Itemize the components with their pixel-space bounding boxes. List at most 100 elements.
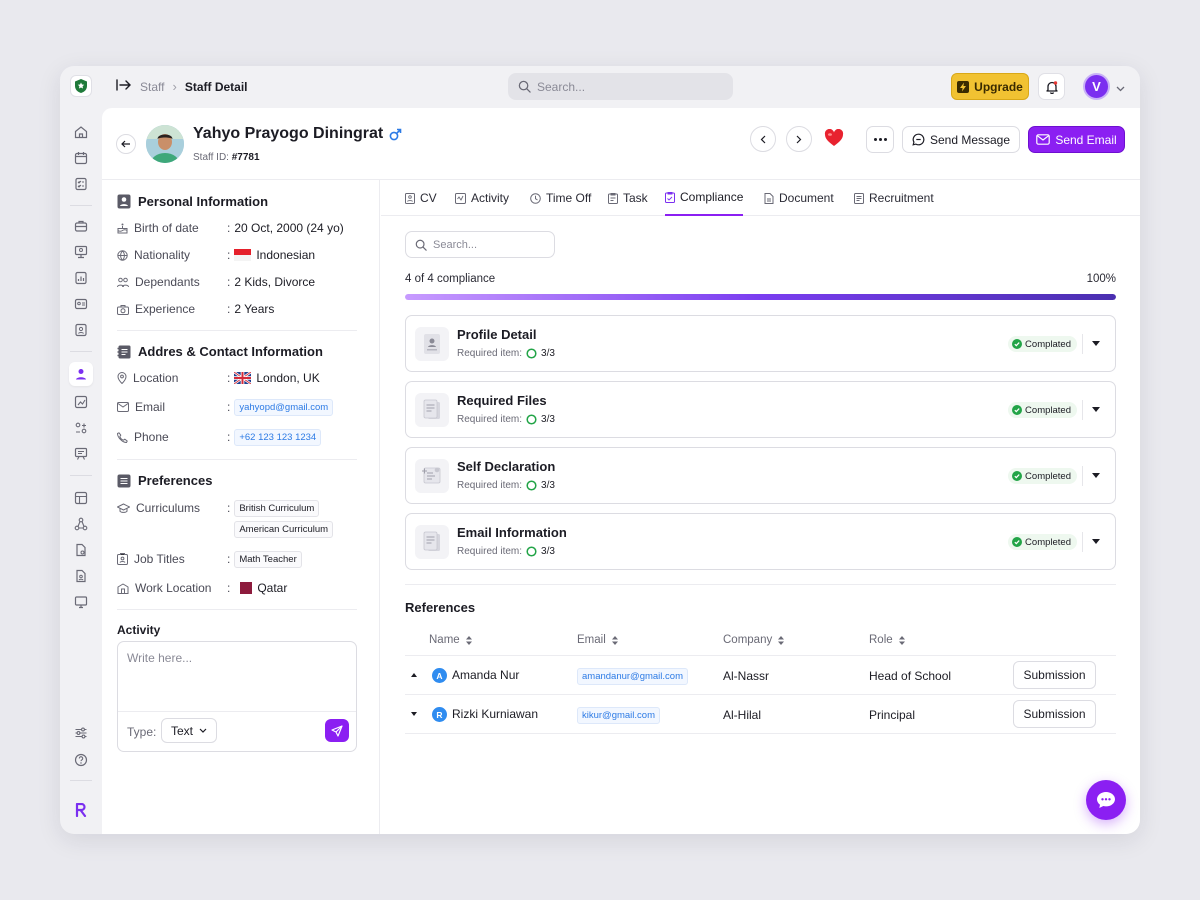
column-header-email[interactable]: Email <box>577 634 618 646</box>
sliders-icon[interactable] <box>69 721 93 745</box>
upgrade-button[interactable]: Upgrade <box>951 73 1029 100</box>
more-options-button[interactable] <box>866 126 894 153</box>
document-user-icon[interactable] <box>69 564 93 588</box>
checklist-icon[interactable] <box>69 172 93 196</box>
staff-name: Yahyo Prayogo Diningrat <box>193 125 402 143</box>
phone-link[interactable]: +62 123 123 1234 <box>234 428 322 446</box>
heart-icon[interactable] <box>824 128 844 150</box>
submission-button[interactable]: Submission <box>1013 661 1096 689</box>
compliance-progress-text: 4 of 4 compliance <box>405 273 496 285</box>
tab-recruitment[interactable]: Recruitment <box>854 180 934 216</box>
tab-cv[interactable]: CV <box>405 180 437 216</box>
chat-bubble-icon <box>912 133 925 146</box>
network-icon[interactable] <box>69 512 93 536</box>
next-staff-button[interactable] <box>786 126 812 152</box>
column-header-name[interactable]: Name <box>429 634 472 646</box>
sidebar-divider <box>70 205 92 206</box>
breadcrumb-staff[interactable]: Staff <box>140 80 164 94</box>
monitor-icon[interactable] <box>69 590 93 614</box>
send-activity-button[interactable] <box>325 719 349 742</box>
table-row: R Rizki Kurniawan kikur@gmail.com Al-Hil… <box>405 695 1116 733</box>
column-company-label: Company <box>723 634 773 646</box>
tab-document-label: Document <box>779 191 834 205</box>
card-divider <box>1082 334 1083 354</box>
back-button[interactable] <box>116 134 136 154</box>
row-collapse-caret-icon[interactable] <box>411 673 417 677</box>
tab-activity[interactable]: Activity <box>455 180 509 216</box>
type-select[interactable]: Text <box>161 718 217 743</box>
dashboard-icon[interactable] <box>69 486 93 510</box>
document-icon <box>764 192 774 204</box>
profile-header: Yahyo Prayogo Diningrat Staff ID: #7781 … <box>102 108 1140 180</box>
required-count: 3/3 <box>541 348 555 359</box>
tab-recruitment-label: Recruitment <box>869 191 934 205</box>
tab-task[interactable]: Task <box>608 180 648 216</box>
curriculums-label: Curriculums <box>136 501 201 515</box>
tab-cv-label: CV <box>420 191 437 205</box>
team-icon[interactable] <box>69 416 93 440</box>
reference-avatar: R <box>432 707 447 722</box>
phone-label: Phone <box>134 430 169 444</box>
tab-document[interactable]: Document <box>764 180 834 216</box>
sort-icon <box>898 635 905 645</box>
preferences-list-icon <box>117 474 131 487</box>
breadcrumb-current: Staff Detail <box>184 79 248 94</box>
profile-photo <box>146 125 184 163</box>
chevron-down-icon[interactable] <box>1116 81 1125 95</box>
reference-email-link[interactable]: amandanur@gmail.com <box>577 668 688 685</box>
reference-name: Amanda Nur <box>452 668 520 682</box>
compliance-card-email-information[interactable]: Email Information Required item: 3/3 Comp… <box>405 513 1116 570</box>
board-icon[interactable] <box>69 442 93 466</box>
chat-support-button[interactable] <box>1086 780 1126 820</box>
send-email-button[interactable]: Send Email <box>1028 126 1125 153</box>
brand-r-icon[interactable] <box>69 798 93 822</box>
expand-caret-icon[interactable] <box>1092 407 1100 412</box>
submission-button[interactable]: Submission <box>1013 700 1096 728</box>
previous-staff-button[interactable] <box>750 126 776 152</box>
email-link[interactable]: yahyopd@gmail.com <box>234 398 334 416</box>
app-logo[interactable] <box>70 75 92 97</box>
briefcase-icon[interactable] <box>69 214 93 238</box>
presentation-icon[interactable] <box>69 240 93 264</box>
compliance-progress-bar <box>405 294 1116 300</box>
required-items: Required item: 3/3 <box>457 546 555 557</box>
activity-textarea[interactable]: Write here... <box>127 651 192 665</box>
job-title-chip: Math Teacher <box>234 550 302 568</box>
reference-email-link[interactable]: kikur@gmail.com <box>577 707 660 724</box>
badge-user-icon[interactable] <box>69 318 93 342</box>
row-expand-caret-icon[interactable] <box>411 712 417 716</box>
user-avatar[interactable]: V <box>1083 73 1110 100</box>
global-search-input[interactable]: Search... <box>508 73 733 100</box>
compliance-card-profile-detail[interactable]: Profile Detail Required item: 3/3 Complat… <box>405 315 1116 372</box>
expand-caret-icon[interactable] <box>1092 539 1100 544</box>
analytics-icon[interactable] <box>69 390 93 414</box>
tab-time-off[interactable]: Time Off <box>530 180 591 216</box>
reference-company: Al-Hilal <box>723 708 762 722</box>
expand-caret-icon[interactable] <box>1092 473 1100 478</box>
tab-compliance[interactable]: Compliance <box>665 180 744 216</box>
required-items: Required item: 3/3 <box>457 480 555 491</box>
expand-caret-icon[interactable] <box>1092 341 1100 346</box>
staff-id-label: Staff ID: <box>193 152 229 163</box>
sidebar-divider <box>70 780 92 781</box>
report-icon[interactable] <box>69 266 93 290</box>
email-document-icon <box>415 525 449 559</box>
send-message-button[interactable]: Send Message <box>902 126 1020 153</box>
compliance-search-input[interactable]: Search... <box>405 231 555 258</box>
staff-user-icon[interactable] <box>69 362 93 386</box>
document-settings-icon[interactable] <box>69 538 93 562</box>
notification-button[interactable] <box>1038 73 1065 100</box>
help-icon[interactable] <box>69 748 93 772</box>
calendar-icon[interactable] <box>69 146 93 170</box>
breadcrumb-separator-icon: › <box>172 79 177 94</box>
compliance-card-self-declaration[interactable]: Self Declaration Required item: 3/3 Compl… <box>405 447 1116 504</box>
collapse-sidebar-icon[interactable] <box>116 79 132 94</box>
home-icon[interactable] <box>69 120 93 144</box>
column-header-company[interactable]: Company <box>723 634 785 646</box>
id-card-icon[interactable] <box>69 292 93 316</box>
column-header-role[interactable]: Role <box>869 634 905 646</box>
sidebar-divider <box>70 351 92 352</box>
compliance-progress-percent: 100% <box>1086 273 1116 285</box>
send-email-label: Send Email <box>1055 132 1117 147</box>
compliance-card-required-files[interactable]: Required Files Required item: 3/3 Complat… <box>405 381 1116 438</box>
